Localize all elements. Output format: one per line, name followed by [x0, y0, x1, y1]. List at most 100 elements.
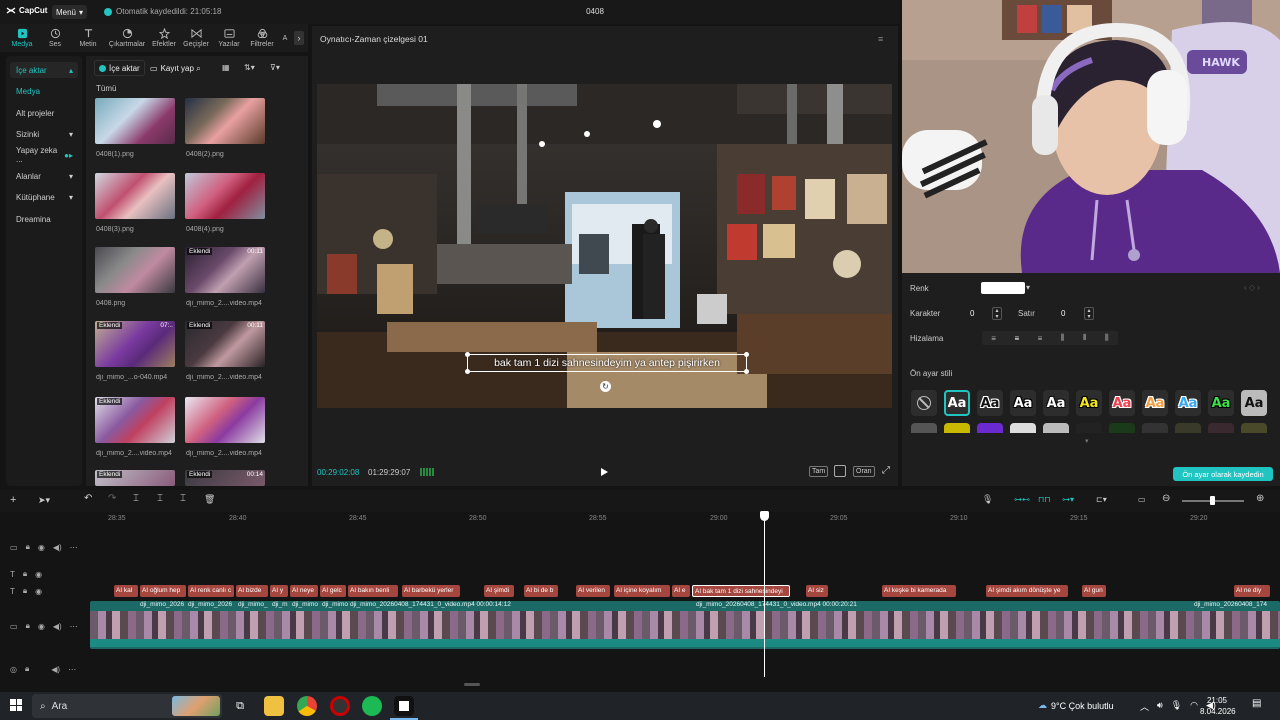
- color-swatch[interactable]: [981, 282, 1025, 294]
- text-clip[interactable]: Aǀ şimdi akım dönüşte ye: [986, 585, 1068, 597]
- preset-style-tile[interactable]: Aa: [1142, 390, 1168, 416]
- text-clip[interactable]: Aǀ barbekü yerler: [402, 585, 460, 597]
- text-clip[interactable]: Aǀ bizde: [236, 585, 268, 597]
- line-spacing-stepper[interactable]: ▴ ▾: [1084, 307, 1094, 320]
- preset-style-tile[interactable]: [1208, 423, 1234, 433]
- taskbar-search[interactable]: ⌕ Ara: [32, 694, 222, 718]
- media-thumbnail[interactable]: Eklendi 07:..: [95, 321, 175, 367]
- tab-more[interactable]: A: [278, 26, 292, 50]
- text-clip[interactable]: Aǀ keşke bi kamerada: [882, 585, 956, 597]
- video-preview[interactable]: bak tam 1 dizi sahnesindeyim ya antep pi…: [317, 84, 892, 408]
- resize-handle[interactable]: [744, 369, 749, 374]
- save-as-preset-button[interactable]: Ön ayar olarak kaydedin: [1173, 467, 1273, 481]
- sidebar-item-dreamina[interactable]: Dreamina: [10, 211, 78, 227]
- menu-button[interactable]: Menü ▾: [52, 5, 87, 19]
- resize-handle[interactable]: [465, 352, 470, 357]
- tab-text[interactable]: Metin: [70, 26, 106, 50]
- tab-media[interactable]: Medya: [4, 26, 40, 50]
- subtitle-track-icon[interactable]: ▭: [1138, 495, 1152, 507]
- text-clip[interactable]: Aǀ kal: [114, 585, 138, 597]
- microphone-icon[interactable]: 🎙︎: [1171, 700, 1182, 713]
- fullscreen-icon[interactable]: ⤢: [882, 465, 890, 476]
- grid-view-icon[interactable]: ▦: [222, 63, 230, 72]
- add-track-icon[interactable]: +: [10, 494, 22, 506]
- char-spacing-stepper[interactable]: ▴ ▾: [992, 307, 1002, 320]
- split-icon[interactable]: ⌶: [133, 493, 145, 505]
- align-left-icon[interactable]: ≡: [991, 334, 996, 343]
- file-explorer-icon[interactable]: [264, 696, 284, 716]
- playhead-line[interactable]: [764, 512, 765, 677]
- media-thumbnail[interactable]: [185, 397, 265, 443]
- tab-filters[interactable]: Filtreler: [244, 26, 280, 50]
- notifications-icon[interactable]: ▤: [1252, 698, 1261, 709]
- preset-style-tile[interactable]: [911, 423, 937, 433]
- text-clip[interactable]: Aǀ verilen: [576, 585, 610, 597]
- preset-style-tile[interactable]: [944, 423, 970, 433]
- taskbar-clock[interactable]: 21:05 8.04.2026: [1200, 695, 1236, 717]
- media-thumbnail[interactable]: [185, 98, 265, 144]
- windows-start-icon[interactable]: [10, 699, 22, 711]
- preset-style-tile[interactable]: Aa: [1175, 390, 1201, 416]
- delete-icon[interactable]: 🗑: [204, 494, 216, 506]
- resize-handle[interactable]: [744, 352, 749, 357]
- chevron-up-icon[interactable]: ︿: [1140, 700, 1149, 713]
- capcut-taskbar-icon[interactable]: [394, 696, 414, 716]
- preset-style-tile[interactable]: [1043, 423, 1069, 433]
- timeline[interactable]: 28:35 28:40 28:45 28:50 28:55 29:00 29:05 29:10…: [0, 512, 1280, 690]
- sidebar-item-ai[interactable]: Yapay zeka ... ●▸: [10, 146, 78, 164]
- speaker-icon[interactable]: ◀): [51, 665, 60, 674]
- media-thumbnail[interactable]: [95, 173, 175, 219]
- align-right-icon[interactable]: ≡: [1038, 334, 1043, 343]
- resize-handle[interactable]: [465, 369, 470, 374]
- link-main-track-icon[interactable]: ⊶⊷: [1014, 495, 1030, 507]
- more-icon[interactable]: ⋯: [70, 622, 78, 631]
- eye-icon[interactable]: ◉: [38, 543, 45, 552]
- obs-icon[interactable]: [330, 696, 350, 716]
- nav-arrows-icon[interactable]: ‹ ◇ ›: [1244, 283, 1260, 292]
- undo-icon[interactable]: ↶: [84, 493, 96, 505]
- hamburger-menu-icon[interactable]: ≡: [878, 34, 883, 44]
- text-clip[interactable]: Aǀ şimdi: [484, 585, 514, 597]
- media-thumbnail[interactable]: [185, 173, 265, 219]
- text-clip[interactable]: Aǀ gun: [1082, 585, 1106, 597]
- align-center-icon[interactable]: ≡: [1014, 334, 1019, 343]
- speaker-icon[interactable]: ◀): [53, 543, 62, 552]
- lock-icon[interactable]: 🔒︎: [23, 569, 27, 579]
- text-clip[interactable]: Aǀ neye: [290, 585, 318, 597]
- sidebar-item-import[interactable]: İçe aktar ▴: [10, 62, 78, 78]
- chevron-down-icon[interactable]: ▾: [1085, 437, 1089, 445]
- preset-style-tile[interactable]: Aa: [1109, 390, 1135, 416]
- media-thumbnail[interactable]: Eklendi 00:14: [185, 470, 265, 486]
- preset-style-tile[interactable]: Aa: [977, 390, 1003, 416]
- import-button[interactable]: İçe aktar: [94, 60, 145, 76]
- chevron-right-icon[interactable]: ›: [294, 31, 304, 45]
- text-clip[interactable]: Aǀ renk canlı c: [188, 585, 234, 597]
- spotify-icon[interactable]: [362, 696, 382, 716]
- record-button[interactable]: ▭ Kayıt yap: [146, 60, 198, 76]
- sidebar-item-media[interactable]: Medya: [10, 83, 78, 99]
- crop-icon[interactable]: [834, 465, 846, 477]
- play-icon[interactable]: [598, 466, 610, 478]
- tab-audio[interactable]: Ses: [37, 26, 73, 50]
- search-icon[interactable]: ⌕: [196, 63, 201, 74]
- text-clip[interactable]: Aǀ siz: [806, 585, 828, 597]
- playhead-handle[interactable]: [760, 511, 769, 521]
- chrome-icon[interactable]: [297, 696, 317, 716]
- wifi-icon[interactable]: ◠: [1190, 700, 1198, 713]
- text-clip[interactable]: Aǀ e: [672, 585, 690, 597]
- redo-icon[interactable]: ↷: [108, 493, 120, 505]
- media-thumbnail[interactable]: [95, 247, 175, 293]
- text-clip[interactable]: Aǀ gelc: [320, 585, 346, 597]
- media-thumbnail[interactable]: Eklendi: [95, 470, 175, 486]
- text-clip[interactable]: Aǀ oğlum hep: [140, 585, 186, 597]
- zoom-in-icon[interactable]: ⊕: [1256, 493, 1268, 505]
- sidebar-item-library[interactable]: Kütüphane ▾: [10, 189, 78, 205]
- preset-style-tile[interactable]: [1076, 423, 1102, 433]
- trim-right-icon[interactable]: ⌶: [180, 493, 192, 505]
- lock-icon[interactable]: 🔒︎: [26, 621, 30, 631]
- preset-style-tile[interactable]: Aa: [1241, 390, 1267, 416]
- rotate-handle-icon[interactable]: ↻: [600, 381, 611, 392]
- zoom-slider-thumb[interactable]: [1210, 496, 1215, 505]
- select-tool-icon[interactable]: ➤▾: [38, 495, 50, 507]
- microphone-icon[interactable]: 🎙: [982, 494, 994, 506]
